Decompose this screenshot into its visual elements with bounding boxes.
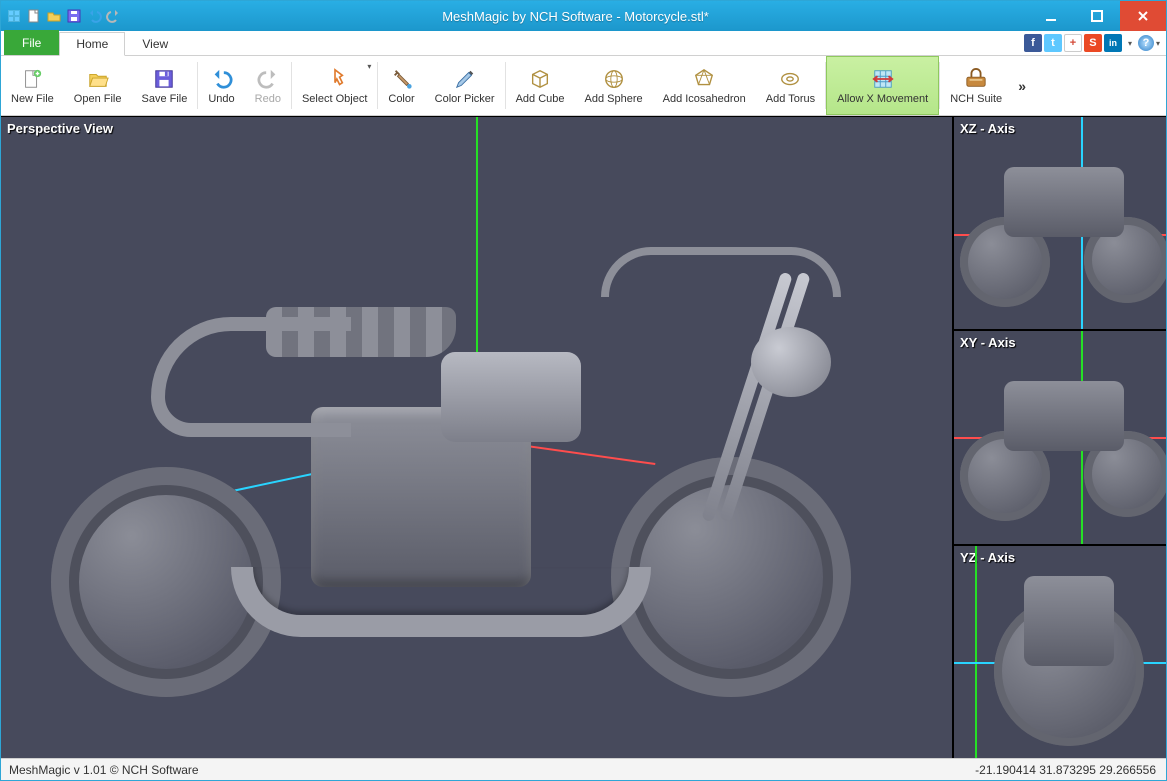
tab-view[interactable]: View <box>125 31 185 55</box>
google-plus-icon[interactable]: + <box>1064 34 1082 52</box>
ribbon-button-label: Redo <box>255 93 281 105</box>
stumbleupon-icon[interactable]: S <box>1084 34 1102 52</box>
qat-new-icon[interactable] <box>25 7 43 25</box>
tab-home[interactable]: Home <box>59 32 125 56</box>
allowx-icon <box>871 67 895 91</box>
torus-icon <box>778 67 802 91</box>
ribbon-overflow-button[interactable]: » <box>1012 56 1032 115</box>
tab-label: Home <box>76 37 108 51</box>
sphere-icon <box>602 67 626 91</box>
save-file-button[interactable]: Save File <box>132 56 198 115</box>
ribbon-button-label: Allow X Movement <box>837 93 928 105</box>
open-icon <box>86 67 110 91</box>
mini-model <box>954 127 1166 329</box>
close-button[interactable] <box>1120 1 1166 31</box>
cube-icon <box>528 67 552 91</box>
mini-model <box>954 556 1166 758</box>
ribbon-button-label: Open File <box>74 93 122 105</box>
file-tab[interactable]: File <box>4 30 59 55</box>
undo-button[interactable]: Undo <box>198 56 244 115</box>
ribbon-toolbar: New File Open File Save File Undo Redo Select… <box>1 56 1166 116</box>
ribbon-button-label: Add Torus <box>766 93 815 105</box>
file-tab-label: File <box>22 36 41 50</box>
new-file-button[interactable]: New File <box>1 56 64 115</box>
quick-access-toolbar <box>1 7 123 25</box>
allow-x-button[interactable]: Allow X Movement <box>826 56 939 115</box>
tabs-right-tools: f t + S in ▾ ? ▾ <box>1024 34 1160 52</box>
qat-redo-icon[interactable] <box>105 7 123 25</box>
save-icon <box>152 67 176 91</box>
minimize-button[interactable] <box>1028 1 1074 31</box>
picker-icon <box>453 67 477 91</box>
redo-icon <box>256 67 280 91</box>
facebook-icon[interactable]: f <box>1024 34 1042 52</box>
new-icon <box>20 67 44 91</box>
window-title: MeshMagic by NCH Software - Motorcycle.s… <box>123 9 1028 24</box>
status-left: MeshMagic v 1.01 © NCH Software <box>1 763 975 777</box>
ribbon-button-label: Add Icosahedron <box>663 93 746 105</box>
qat-undo-icon[interactable] <box>85 7 103 25</box>
linkedin-icon[interactable]: in <box>1104 34 1122 52</box>
xy-viewport[interactable]: XY - Axis <box>954 331 1166 545</box>
redo-button[interactable]: Redo <box>245 56 291 115</box>
perspective-viewport[interactable]: Perspective View <box>1 117 952 758</box>
maximize-button[interactable] <box>1074 1 1120 31</box>
select-object-button[interactable]: Select Object ▾ <box>292 56 377 115</box>
suite-icon <box>964 67 988 91</box>
qat-open-icon[interactable] <box>45 7 63 25</box>
nch-suite-button[interactable]: NCH Suite <box>940 56 1012 115</box>
ribbon-button-label: Undo <box>208 93 234 105</box>
status-coordinates: -21.190414 31.873295 29.266556 <box>975 763 1166 777</box>
help-icon[interactable]: ? <box>1138 35 1154 51</box>
tank <box>441 352 581 442</box>
ribbon-button-label: New File <box>11 93 54 105</box>
color-button[interactable]: Color <box>378 56 424 115</box>
color-picker-button[interactable]: Color Picker <box>425 56 505 115</box>
status-bar: MeshMagic v 1.01 © NCH Software -21.1904… <box>1 758 1166 780</box>
ribbon-button-label: Add Sphere <box>585 93 643 105</box>
add-sphere-button[interactable]: Add Sphere <box>575 56 653 115</box>
ortho-views-panel: XZ - Axis XY - Axis <box>952 117 1166 758</box>
yz-viewport[interactable]: YZ - Axis <box>954 546 1166 758</box>
tab-label: View <box>142 37 168 51</box>
dropdown-caret-icon: ▾ <box>367 62 371 71</box>
ribbon-button-label: Color Picker <box>435 93 495 105</box>
ribbon-button-label: Select Object <box>302 93 367 105</box>
viewport-label: Perspective View <box>7 121 113 136</box>
headlight <box>751 327 831 397</box>
xz-viewport[interactable]: XZ - Axis <box>954 117 1166 331</box>
add-icos-button[interactable]: Add Icosahedron <box>653 56 756 115</box>
add-torus-button[interactable]: Add Torus <box>756 56 825 115</box>
handlebar <box>601 247 841 297</box>
social-dropdown-icon[interactable]: ▾ <box>1124 39 1136 48</box>
help-dropdown-icon[interactable]: ▾ <box>1156 39 1160 48</box>
ribbon-tabs: File Home View f t + S in ▾ ? ▾ <box>1 31 1166 56</box>
rear-frame <box>151 317 351 437</box>
app-icon[interactable] <box>5 7 23 25</box>
ribbon-button-label: NCH Suite <box>950 93 1002 105</box>
twitter-icon[interactable]: t <box>1044 34 1062 52</box>
title-bar: MeshMagic by NCH Software - Motorcycle.s… <box>1 1 1166 31</box>
open-file-button[interactable]: Open File <box>64 56 132 115</box>
mini-model <box>954 341 1166 543</box>
window-controls <box>1028 1 1166 31</box>
model-motorcycle <box>51 237 881 697</box>
ribbon-button-label: Save File <box>142 93 188 105</box>
qat-save-icon[interactable] <box>65 7 83 25</box>
select-icon <box>323 67 347 91</box>
icos-icon <box>692 67 716 91</box>
add-cube-button[interactable]: Add Cube <box>506 56 575 115</box>
undo-icon <box>210 67 234 91</box>
ribbon-button-label: Color <box>388 93 414 105</box>
work-area: Perspective View XZ - Axis <box>1 116 1166 758</box>
ribbon-button-label: Add Cube <box>516 93 565 105</box>
color-icon <box>390 67 414 91</box>
